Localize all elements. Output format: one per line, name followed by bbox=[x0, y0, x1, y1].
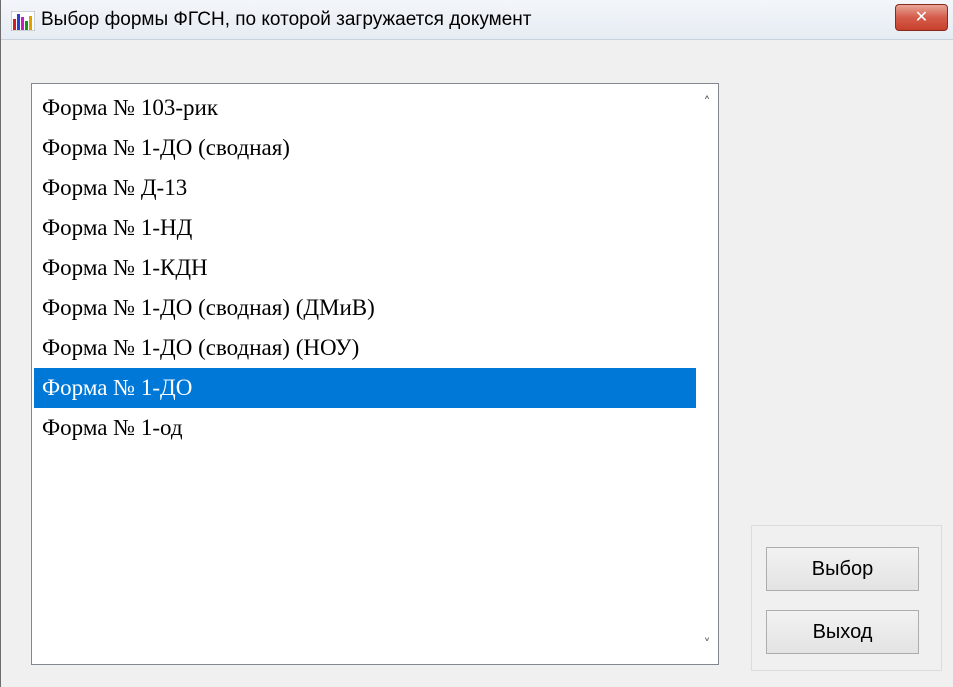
exit-button[interactable]: Выход bbox=[766, 610, 919, 654]
bar-chart-app-icon bbox=[11, 11, 35, 31]
close-button[interactable]: ✕ bbox=[895, 4, 948, 31]
vertical-scrollbar[interactable]: ˄ ˅ bbox=[696, 84, 718, 664]
list-item[interactable]: Форма № 1-НД bbox=[34, 208, 696, 248]
chevron-down-icon[interactable]: ˅ bbox=[696, 630, 718, 660]
window-title: Выбор формы ФГСН, по которой загружается… bbox=[41, 9, 532, 30]
title-bar[interactable]: Выбор формы ФГСН, по которой загружается… bbox=[1, 0, 953, 40]
list-item[interactable]: Форма № 1-КДН bbox=[34, 248, 696, 288]
button-panel: Выбор Выход bbox=[751, 525, 942, 671]
list-item[interactable]: Форма № 1-ДО (сводная) bbox=[34, 128, 696, 168]
list-item[interactable]: Форма № Д-13 bbox=[34, 168, 696, 208]
select-button[interactable]: Выбор bbox=[766, 547, 919, 591]
list-item[interactable]: Форма № 1-ДО (сводная) (ДМиВ) bbox=[34, 288, 696, 328]
list-item[interactable]: Форма № 1-од bbox=[34, 408, 696, 448]
list-item[interactable]: Форма № 1-ДО bbox=[34, 368, 696, 408]
form-list[interactable]: Форма № 103-рик Форма № 1-ДО (сводная) Фор… bbox=[31, 83, 719, 665]
list-item[interactable]: Форма № 1-ДО (сводная) (НОУ) bbox=[34, 328, 696, 368]
form-list-items: Форма № 103-рик Форма № 1-ДО (сводная) Фор… bbox=[34, 88, 696, 448]
chevron-up-icon[interactable]: ˄ bbox=[696, 88, 718, 118]
close-icon: ✕ bbox=[914, 7, 929, 26]
dialog-window: Выбор формы ФГСН, по которой загружается… bbox=[0, 0, 953, 687]
list-item[interactable]: Форма № 103-рик bbox=[34, 88, 696, 128]
